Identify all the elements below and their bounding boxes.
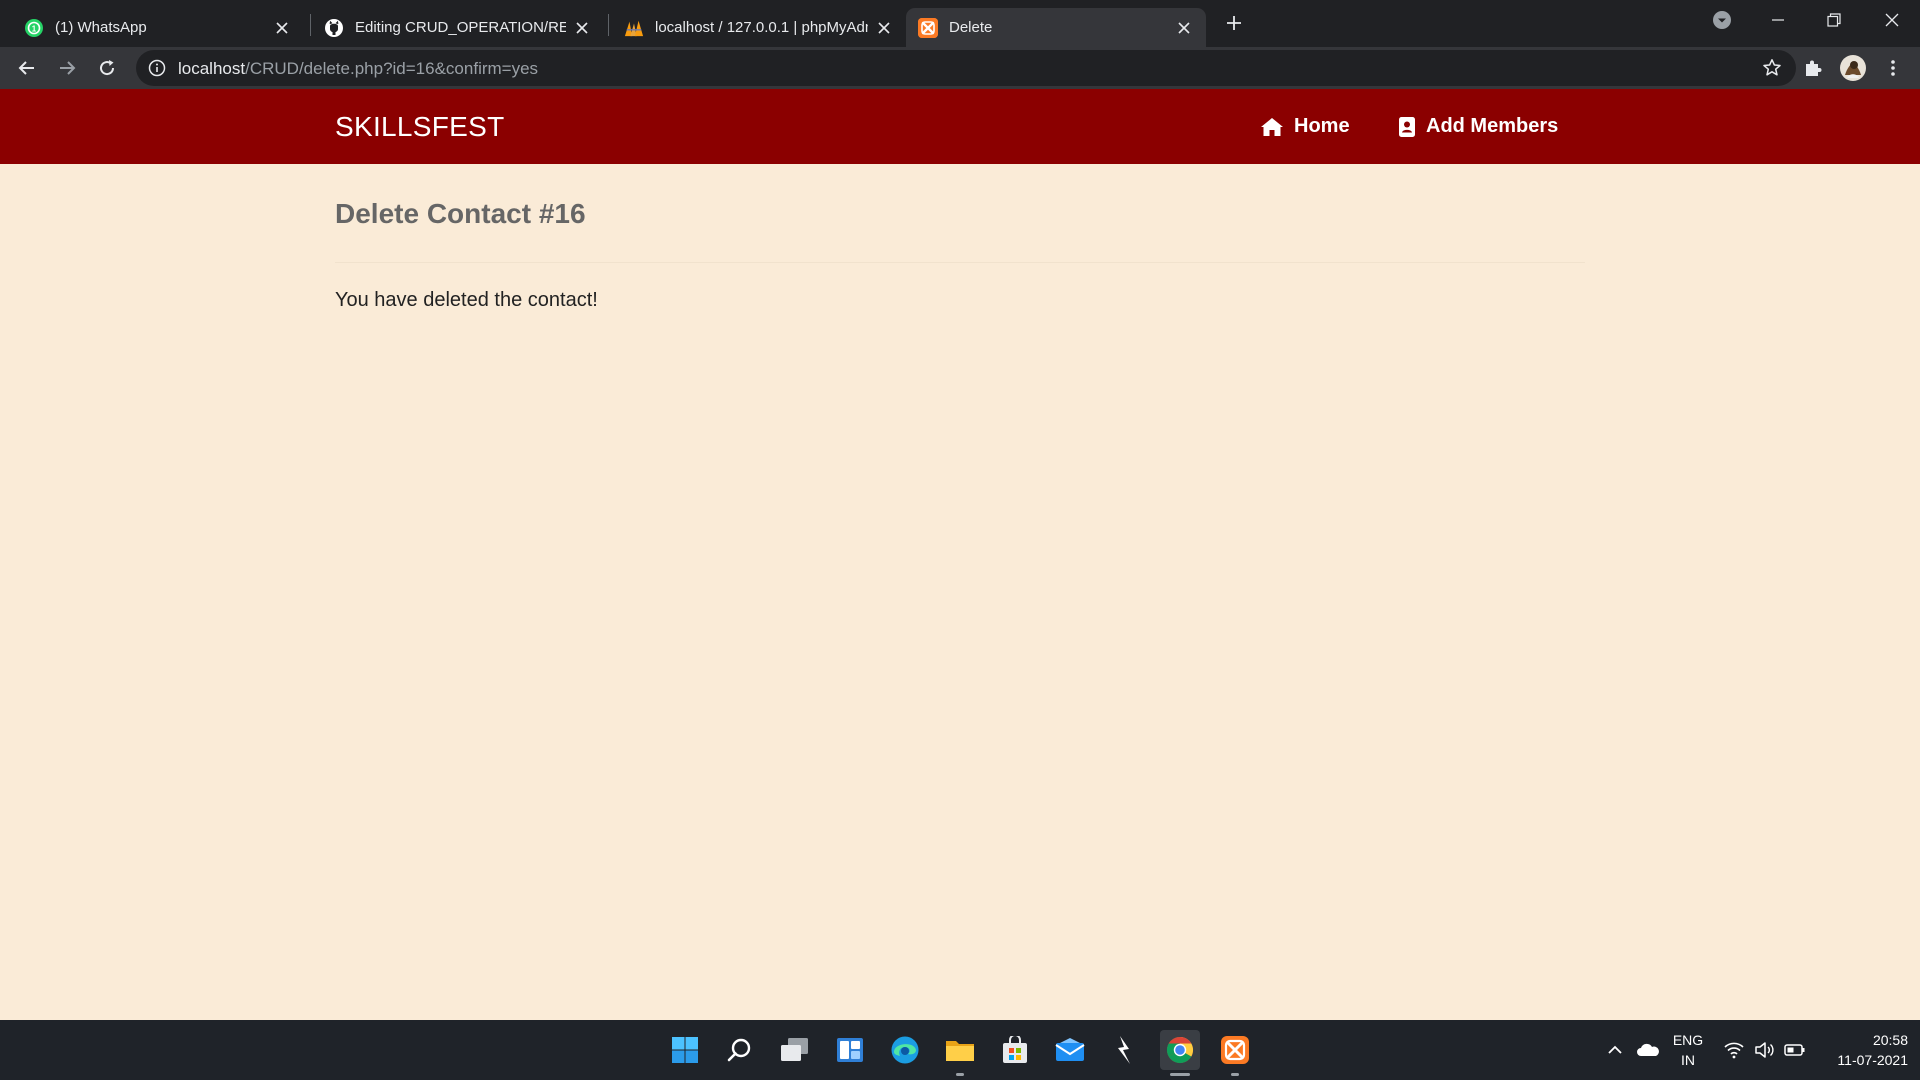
active-indicator — [1170, 1073, 1190, 1076]
folder-icon — [946, 1041, 974, 1061]
running-indicator — [1231, 1073, 1239, 1076]
page-title: Delete Contact #16 — [335, 198, 586, 229]
language-label: ENG — [1672, 1032, 1704, 1048]
tab-title: localhost / 127.0.0.1 | phpMyAdmin — [655, 19, 868, 36]
start-button[interactable] — [665, 1030, 705, 1070]
restore-button[interactable] — [1806, 0, 1862, 40]
close-tab-icon[interactable] — [272, 18, 292, 38]
divider — [335, 262, 1585, 263]
tab-phpmyadmin[interactable]: localhost / 127.0.0.1 | phpMyAdmin — [612, 8, 906, 47]
xampp-icon — [918, 17, 938, 38]
tab-title: Editing CRUD_OPERATION/READ — [355, 19, 566, 36]
search-icon — [727, 1038, 751, 1062]
tab-title: (1) WhatsApp — [55, 19, 147, 36]
url-path: /CRUD/delete.php?id=16&confirm=yes — [245, 59, 539, 78]
browser-tab-strip: 1 (1) WhatsApp Editing CRUD_OPERATION/RE… — [0, 0, 1920, 47]
volume-icon[interactable] — [1754, 1040, 1774, 1060]
task-view-button[interactable] — [775, 1030, 815, 1070]
edge-button[interactable] — [885, 1030, 925, 1070]
github-icon — [324, 18, 344, 38]
address-bar[interactable]: localhost/CRUD/delete.php?id=16&confirm=… — [136, 50, 1796, 86]
search-button[interactable] — [720, 1030, 760, 1070]
nav-add-members-link[interactable]: Add Members — [1398, 115, 1558, 138]
profile-avatar[interactable] — [1838, 53, 1868, 83]
tab-whatsapp[interactable]: 1 (1) WhatsApp — [12, 8, 304, 47]
close-tab-icon[interactable] — [874, 18, 894, 38]
nav-home-link[interactable]: Home — [1260, 115, 1350, 138]
xampp-icon — [1221, 1036, 1249, 1064]
kebab-menu-icon — [1891, 60, 1895, 76]
arrow-left-icon — [18, 61, 34, 75]
tab-title: Delete — [949, 19, 993, 36]
phpmyadmin-icon — [624, 18, 644, 38]
puzzle-icon — [1806, 60, 1822, 76]
minimize-button[interactable] — [1750, 0, 1806, 40]
tab-divider — [608, 14, 609, 36]
clock-date: 11-07-2021 — [1837, 1052, 1908, 1068]
edge-icon — [891, 1036, 919, 1064]
widgets-button[interactable] — [830, 1030, 870, 1070]
store-icon — [1003, 1036, 1027, 1063]
tab-github[interactable]: Editing CRUD_OPERATION/READ — [312, 8, 604, 47]
avatar-icon — [1840, 55, 1866, 81]
widgets-icon — [837, 1038, 863, 1062]
new-tab-button[interactable] — [1221, 10, 1247, 36]
nav-add-members-label: Add Members — [1426, 115, 1559, 137]
close-tab-icon[interactable] — [572, 18, 592, 38]
taskbar: ENG IN 20:58 11-07-2021 — [0, 1020, 1920, 1080]
whatsapp-icon: 1 — [24, 18, 44, 38]
bolt-icon — [1118, 1036, 1130, 1064]
task-view-icon — [781, 1038, 808, 1061]
battery-icon[interactable] — [1784, 1040, 1806, 1060]
clock[interactable]: 20:58 11-07-2021 — [1818, 1030, 1908, 1070]
close-window-button[interactable] — [1864, 0, 1920, 40]
browser-menu-button[interactable] — [1878, 53, 1908, 83]
site-brand[interactable]: SKILLSFEST — [335, 111, 505, 143]
chrome-button[interactable] — [1160, 1030, 1200, 1076]
clock-time: 20:58 — [1872, 1032, 1908, 1048]
tab-search-button[interactable] — [1694, 0, 1750, 40]
chrome-icon — [1166, 1036, 1194, 1064]
back-button[interactable] — [12, 53, 42, 83]
status-message: You have deleted the contact! — [335, 289, 598, 311]
region-label: IN — [1681, 1052, 1695, 1068]
running-indicator — [956, 1073, 964, 1076]
close-tab-icon[interactable] — [1174, 18, 1194, 38]
tab-divider — [310, 14, 311, 36]
windows-start-icon — [672, 1037, 698, 1063]
file-explorer-button[interactable] — [940, 1030, 980, 1076]
url-host: localhost — [178, 59, 246, 78]
nav-home-label: Home — [1294, 115, 1350, 137]
onedrive-icon[interactable] — [1636, 1040, 1660, 1060]
mail-button[interactable] — [1050, 1030, 1090, 1070]
tab-delete[interactable]: Delete — [906, 8, 1206, 47]
svg-text:1: 1 — [32, 24, 37, 33]
extensions-button[interactable] — [1798, 53, 1828, 83]
reload-button[interactable] — [92, 53, 122, 83]
site-navbar: SKILLSFEST Home Add Members — [0, 89, 1920, 164]
home-icon — [1261, 117, 1283, 136]
url-text[interactable]: localhost/CRUD/delete.php?id=16&confirm=… — [178, 59, 538, 79]
browser-toolbar: localhost/CRUD/delete.php?id=16&confirm=… — [0, 47, 1920, 89]
arrow-right-icon — [60, 61, 76, 75]
forward-button[interactable] — [52, 53, 82, 83]
address-book-icon — [1399, 116, 1415, 137]
chevron-down-icon — [1713, 11, 1731, 29]
mail-icon — [1055, 1038, 1085, 1061]
info-icon[interactable] — [148, 59, 166, 77]
wifi-icon[interactable] — [1724, 1040, 1744, 1060]
store-button[interactable] — [995, 1030, 1035, 1070]
bookmark-star-icon[interactable] — [1762, 58, 1782, 78]
reload-icon — [100, 60, 115, 76]
chevron-up-icon[interactable] — [1605, 1040, 1625, 1060]
xampp-button[interactable] — [1215, 1030, 1255, 1076]
language-indicator[interactable]: ENG IN — [1670, 1030, 1706, 1070]
terminal-app-button[interactable] — [1105, 1030, 1145, 1070]
